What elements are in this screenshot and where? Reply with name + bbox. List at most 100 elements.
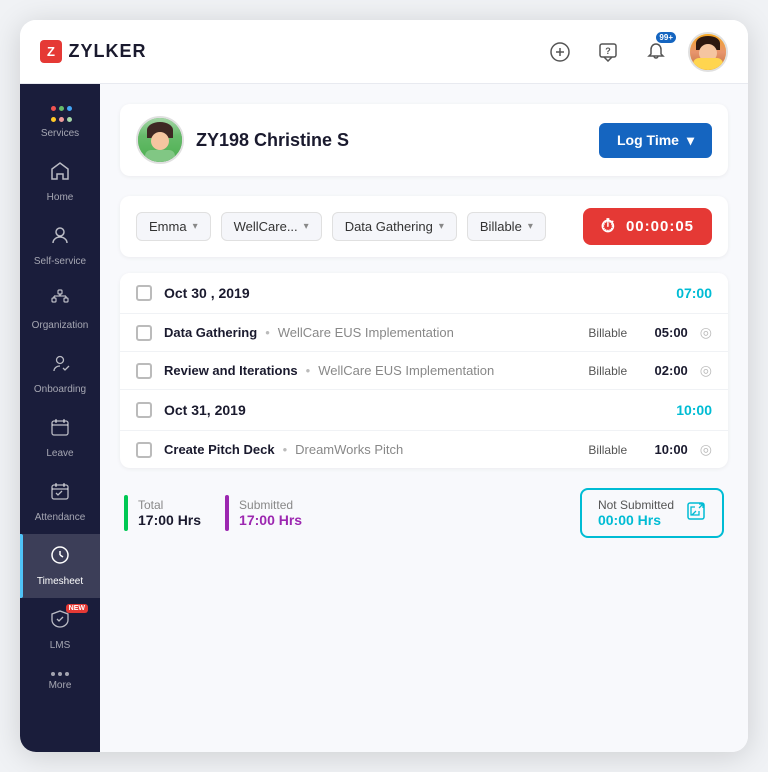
entry-task-1: Data Gathering (164, 325, 257, 340)
date-checkbox-oct30[interactable] (136, 285, 152, 301)
project-filter-chevron: ▾ (304, 221, 309, 232)
billable-filter-chevron: ▾ (528, 221, 533, 232)
more-icon (51, 672, 69, 676)
entry-checkbox-1[interactable] (136, 325, 152, 341)
billable-filter[interactable]: Billable ▾ (467, 212, 546, 241)
task-filter[interactable]: Data Gathering ▾ (332, 212, 457, 241)
sidebar-label-self-service: Self-service (34, 256, 86, 268)
entry-project-2: WellCare EUS Implementation (318, 363, 494, 378)
content-area: ZY198 Christine S Log Time ▾ Emma ▾ Well… (100, 84, 748, 752)
entry-project-3: DreamWorks Pitch (295, 442, 403, 457)
sidebar-item-attendance[interactable]: Attendance (20, 470, 100, 534)
leave-icon (49, 416, 71, 444)
person-icon (49, 224, 71, 252)
notification-badge: 99+ (656, 32, 676, 43)
sidebar-item-self-service[interactable]: Self-service (20, 214, 100, 278)
submitted-value: 17:00 Hrs (239, 512, 302, 528)
entry-time-2: 02:00 (638, 363, 688, 378)
employee-filter-chevron: ▾ (193, 221, 198, 232)
main-layout: Services Home Self-service (20, 84, 748, 752)
notification-icon[interactable]: 99+ (640, 36, 672, 68)
summary-bar: Total 17:00 Hrs Submitted 17:00 Hrs Not … (120, 488, 728, 538)
entry-time-3: 10:00 (638, 442, 688, 457)
sidebar-item-organization[interactable]: Organization (20, 278, 100, 342)
employee-info: ZY198 Christine S (136, 116, 349, 164)
timer-button[interactable]: ⏱ 00:00:05 (583, 208, 712, 245)
entry-location-1[interactable]: ◎ (700, 324, 712, 341)
entry-location-3[interactable]: ◎ (700, 441, 712, 458)
submitted-indicator (225, 495, 229, 531)
summary-total-text: Total 17:00 Hrs (138, 498, 201, 528)
help-icon[interactable]: ? (592, 36, 624, 68)
submitted-label: Submitted (239, 498, 302, 512)
sidebar-item-more[interactable]: More (20, 662, 100, 702)
total-indicator (124, 495, 128, 531)
sidebar-label-organization: Organization (32, 320, 89, 332)
entry-info-2: Review and Iterations • WellCare EUS Imp… (164, 363, 578, 378)
sidebar-label-home: Home (47, 192, 74, 204)
log-time-button[interactable]: Log Time ▾ (599, 123, 712, 158)
total-label: Total (138, 498, 201, 512)
entry-sep-1: • (265, 325, 270, 340)
user-avatar[interactable] (688, 32, 728, 72)
sidebar-label-services: Services (41, 128, 79, 140)
lms-new-badge: NEW (66, 604, 88, 613)
entry-task-2: Review and Iterations (164, 363, 298, 378)
entries-container: Oct 30 , 2019 07:00 Data Gathering • Wel… (120, 273, 728, 468)
entry-sep-3: • (283, 442, 288, 457)
org-icon (49, 288, 71, 316)
entry-location-2[interactable]: ◎ (700, 362, 712, 379)
logo-text: ZYLKER (68, 41, 146, 62)
logo: Z ZYLKER (40, 40, 146, 63)
date-total-oct30: 07:00 (676, 285, 712, 301)
employee-header: ZY198 Christine S Log Time ▾ (120, 104, 728, 176)
project-filter-value: WellCare... (234, 219, 298, 234)
sidebar-label-lms: LMS (50, 640, 71, 652)
sidebar-item-services[interactable]: Services (20, 96, 100, 150)
employee-filter[interactable]: Emma ▾ (136, 212, 211, 241)
sidebar-item-onboarding[interactable]: Onboarding (20, 342, 100, 406)
attendance-icon (49, 480, 71, 508)
add-icon[interactable] (544, 36, 576, 68)
date-row-oct30: Oct 30 , 2019 07:00 (120, 273, 728, 313)
svg-text:?: ? (605, 46, 611, 56)
filter-bar: Emma ▾ WellCare... ▾ Data Gathering ▾ Bi… (120, 196, 728, 257)
entry-checkbox-3[interactable] (136, 442, 152, 458)
sidebar-label-attendance: Attendance (35, 512, 86, 524)
sidebar: Services Home Self-service (20, 84, 100, 752)
entry-row-pitch-deck: Create Pitch Deck • DreamWorks Pitch Bil… (120, 430, 728, 468)
not-submitted-box[interactable]: Not Submitted 00:00 Hrs (580, 488, 724, 538)
date-total-oct31: 10:00 (676, 402, 712, 418)
summary-submitted: Submitted 17:00 Hrs (225, 495, 302, 531)
task-filter-chevron: ▾ (439, 221, 444, 232)
entry-task-3: Create Pitch Deck (164, 442, 275, 457)
sidebar-item-timesheet[interactable]: Timesheet (20, 534, 100, 598)
app-header: Z ZYLKER ? (20, 20, 748, 84)
sidebar-item-leave[interactable]: Leave (20, 406, 100, 470)
employee-filter-value: Emma (149, 219, 187, 234)
sidebar-item-lms[interactable]: NEW LMS (20, 598, 100, 662)
entry-billable-2: Billable (578, 364, 638, 378)
date-label-oct30: Oct 30 , 2019 (164, 285, 676, 301)
not-submitted-icon (686, 501, 706, 526)
billable-filter-value: Billable (480, 219, 522, 234)
not-submitted-value: 00:00 Hrs (598, 512, 674, 528)
entry-billable-1: Billable (578, 326, 638, 340)
entry-row-review: Review and Iterations • WellCare EUS Imp… (120, 351, 728, 389)
total-value: 17:00 Hrs (138, 512, 201, 528)
entry-time-1: 05:00 (638, 325, 688, 340)
date-checkbox-oct31[interactable] (136, 402, 152, 418)
not-submitted-text: Not Submitted 00:00 Hrs (598, 498, 674, 528)
entry-checkbox-2[interactable] (136, 363, 152, 379)
entry-sep-2: • (306, 363, 311, 378)
timer-value: 00:00:05 (626, 218, 694, 235)
entry-project-1: WellCare EUS Implementation (278, 325, 454, 340)
project-filter[interactable]: WellCare... ▾ (221, 212, 322, 241)
task-filter-value: Data Gathering (345, 219, 433, 234)
sidebar-label-onboarding: Onboarding (34, 384, 86, 396)
log-time-label: Log Time (617, 132, 679, 148)
employee-name: ZY198 Christine S (196, 130, 349, 151)
sidebar-label-leave: Leave (46, 448, 73, 460)
sidebar-item-home[interactable]: Home (20, 150, 100, 214)
summary-total: Total 17:00 Hrs (124, 495, 201, 531)
